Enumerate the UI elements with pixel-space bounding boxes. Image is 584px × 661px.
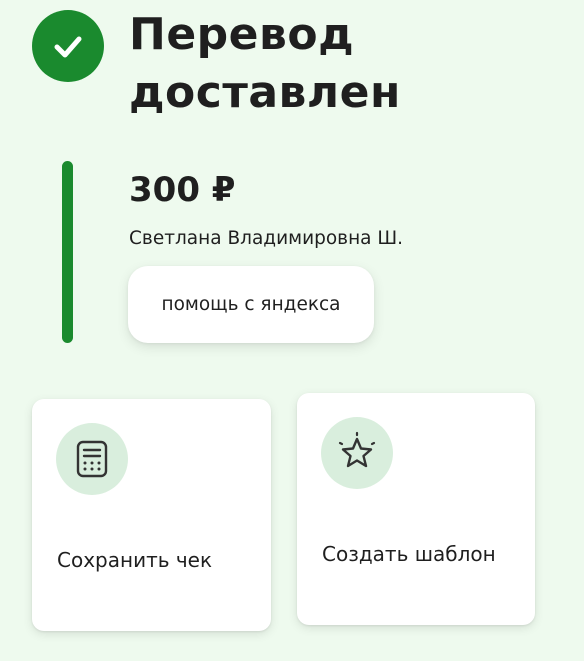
save-receipt-button[interactable]: Сохранить чек (32, 399, 271, 631)
transfer-success-screen: Перевод доставлен 300 ₽ Светлана Владими… (0, 0, 584, 661)
create-template-label: Создать шаблон (322, 542, 496, 566)
save-receipt-label: Сохранить чек (57, 548, 213, 572)
status-accent-bar (62, 161, 73, 343)
create-template-button[interactable]: Создать шаблон (297, 393, 535, 625)
check-icon (32, 10, 104, 82)
receipt-icon (56, 423, 128, 495)
transfer-amount: 300 ₽ (129, 170, 236, 210)
star-icon (321, 417, 393, 489)
page-title: Перевод доставлен (129, 9, 401, 118)
transfer-message: помощь с яндекса (128, 266, 374, 343)
recipient-name: Светлана Владимировна Ш. (129, 228, 404, 249)
